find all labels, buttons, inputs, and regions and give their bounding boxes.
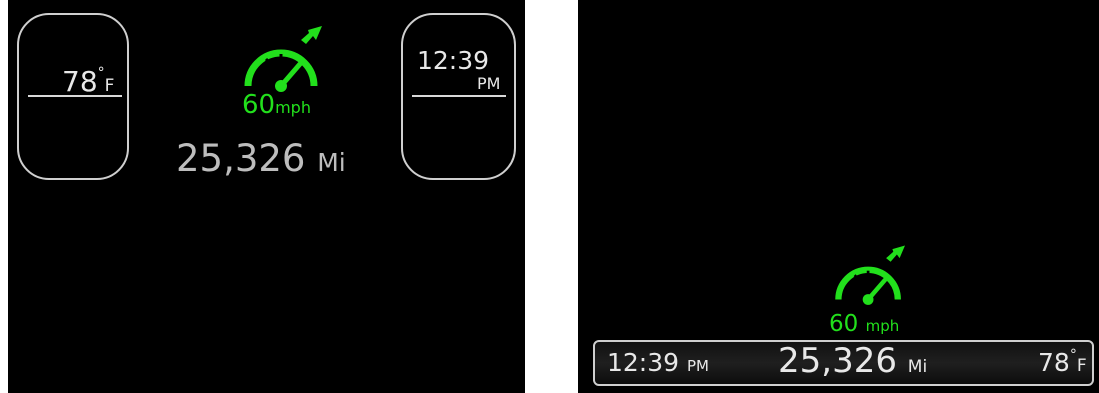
- temperature-value: 78: [62, 65, 98, 98]
- speed-unit: mph: [275, 98, 311, 117]
- cruise-speedometer-icon: [835, 245, 905, 305]
- bar-temperature-value: 78: [1038, 348, 1070, 377]
- odometer: 25,326 Mi: [176, 140, 346, 177]
- speed-value: 60: [829, 311, 859, 337]
- bar-clock: 12:39 PM: [607, 350, 709, 375]
- clock-period: PM: [477, 74, 501, 93]
- cruise-speed: 60 mph: [829, 313, 899, 336]
- clock-divider: [412, 95, 506, 97]
- bar-temperature: 78°F: [1038, 347, 1087, 377]
- temperature-unit: F: [104, 76, 115, 96]
- bar-time: 12:39: [607, 348, 680, 377]
- odometer-value: 25,326: [176, 137, 306, 180]
- cruise-speedometer-icon: [244, 26, 322, 92]
- bar-odometer-value: 25,326: [778, 341, 897, 381]
- clock-time: 12:39: [417, 46, 490, 75]
- speed-unit: mph: [865, 317, 900, 335]
- bar-period: PM: [687, 357, 709, 375]
- speed-value: 60: [242, 90, 276, 120]
- outside-temperature: 78°F: [62, 65, 115, 98]
- bar-odometer: 25,326 Mi: [778, 344, 927, 378]
- degree-symbol: °: [97, 65, 105, 81]
- temperature-divider: [28, 95, 122, 97]
- degree-symbol: °: [1069, 347, 1077, 363]
- bar-odometer-unit: Mi: [907, 357, 928, 377]
- cluster-display-layout-b: 60 mph 12:39 PM 25,326 Mi 78°F: [578, 0, 1099, 393]
- odometer-unit: Mi: [317, 148, 346, 177]
- cruise-speed: 60mph: [242, 92, 311, 118]
- bar-temperature-unit: F: [1076, 356, 1087, 376]
- cluster-display-layout-a: 78°F 60mph 25,326 Mi 12:39 PM: [8, 0, 525, 393]
